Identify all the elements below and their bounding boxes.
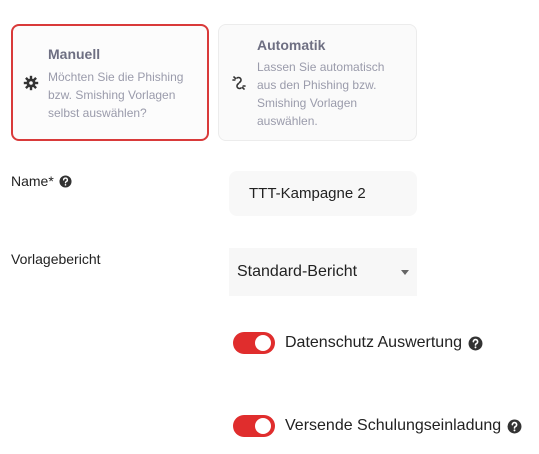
template-report-label: Vorlagebericht: [11, 251, 101, 267]
mode-card-automatic[interactable]: Automatik Lassen Sie automatisch aus den…: [218, 24, 417, 141]
help-icon[interactable]: [507, 419, 522, 434]
unlink-icon: [232, 76, 246, 90]
template-report-selected: Standard-Bericht: [237, 263, 358, 280]
chevron-down-icon: [401, 270, 409, 275]
privacy-evaluation-row: Datenschutz Auswertung: [233, 332, 483, 354]
training-invitation-label: Versende Schulungseinladung: [285, 417, 502, 434]
mode-card-automatic-description: Lassen Sie automatisch aus den Phishing …: [257, 60, 385, 128]
template-report-select[interactable]: Standard-Bericht: [229, 248, 417, 296]
template-report-label-text: Vorlagebericht: [11, 251, 101, 267]
help-icon[interactable]: [468, 336, 483, 351]
name-input[interactable]: TTT-Kampagne 2: [229, 171, 417, 216]
name-input-value: TTT-Kampagne 2: [249, 185, 366, 202]
mode-card-manual-title: Manuell: [48, 46, 101, 62]
name-label-text: Name*: [11, 173, 54, 189]
help-icon[interactable]: [59, 174, 72, 188]
privacy-evaluation-label: Datenschutz Auswertung: [285, 334, 462, 351]
toggle-knob: [255, 418, 271, 434]
mode-card-automatic-title: Automatik: [257, 37, 326, 53]
mode-card-manual[interactable]: Manuell Möchten Sie die Phishing bzw. Sm…: [11, 24, 209, 141]
toggle-knob: [255, 335, 271, 351]
gear-icon: [23, 75, 39, 91]
name-label: Name*: [11, 173, 72, 189]
training-invitation-toggle[interactable]: [233, 415, 275, 437]
training-invitation-row: Versende Schulungseinladung: [233, 415, 522, 437]
privacy-evaluation-toggle[interactable]: [233, 332, 275, 354]
mode-card-manual-description: Möchten Sie die Phishing bzw. Smishing V…: [48, 70, 184, 120]
